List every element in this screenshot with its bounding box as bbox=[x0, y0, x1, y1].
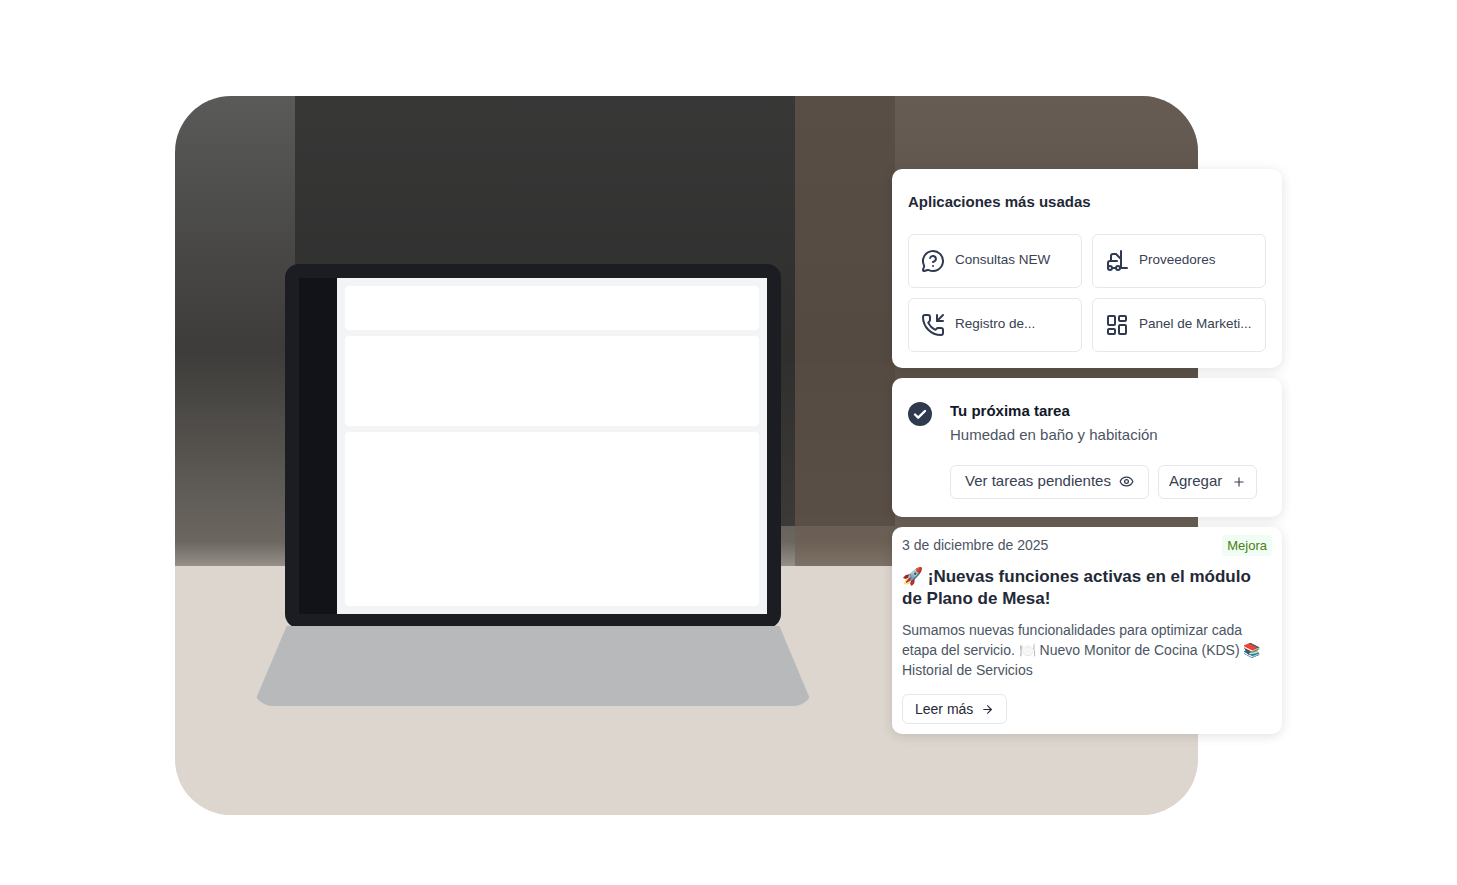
display-card bbox=[345, 286, 759, 330]
news-title: 🚀 ¡Nuevas funciones activas en el módulo… bbox=[902, 566, 1272, 610]
news-date: 3 de diciembre de 2025 bbox=[902, 535, 1048, 556]
view-tasks-button[interactable]: Ver tareas pendientes bbox=[950, 465, 1149, 499]
app-button[interactable]: Proveedores bbox=[1092, 234, 1266, 288]
laptop-base bbox=[253, 626, 813, 706]
check-circle-icon bbox=[908, 402, 932, 426]
task-title: Tu próxima tarea bbox=[950, 400, 1257, 423]
app-icon bbox=[1105, 313, 1129, 337]
task-card: Tu próxima tareaHumedad en baño y habita… bbox=[892, 378, 1282, 517]
app-button[interactable]: Panel de Marketi... bbox=[1092, 298, 1266, 352]
card-column: Aplicaciones más usadas Consultas NEWProv… bbox=[892, 169, 1282, 734]
task-buttons: Ver tareas pendientes Agregar bbox=[950, 465, 1257, 499]
add-button[interactable]: Agregar bbox=[1158, 465, 1257, 499]
app-icon bbox=[921, 313, 945, 337]
news-badge: Mejora bbox=[1222, 535, 1272, 557]
eye-icon bbox=[1119, 474, 1134, 489]
app-icon bbox=[921, 249, 945, 273]
news-header: 3 de diciembre de 2025 Mejora bbox=[902, 535, 1272, 557]
page: Aplicaciones más usadas Consultas NEWProv… bbox=[0, 0, 1457, 885]
read-more-button[interactable]: Leer más bbox=[902, 694, 1007, 724]
news-body: Sumamos nuevas funcionalidades para opti… bbox=[902, 620, 1272, 680]
arrow-right-icon bbox=[981, 703, 994, 716]
laptop-screen bbox=[285, 264, 781, 628]
apps-title: Aplicaciones más usadas bbox=[908, 191, 1266, 214]
app-button[interactable]: Consultas NEW bbox=[908, 234, 1082, 288]
display-card bbox=[345, 336, 759, 426]
apps-card: Aplicaciones más usadas Consultas NEWProv… bbox=[892, 169, 1282, 368]
task-row: Tu próxima tareaHumedad en baño y habita… bbox=[908, 400, 1266, 499]
apps-grid: Consultas NEWProveedoresRegistro de...Pa… bbox=[908, 234, 1266, 352]
plus-icon bbox=[1232, 475, 1246, 489]
app-icon bbox=[1105, 249, 1129, 273]
news-card: 3 de diciembre de 2025 Mejora 🚀 ¡Nuevas fu… bbox=[892, 527, 1282, 735]
app-button[interactable]: Registro de... bbox=[908, 298, 1082, 352]
task-text: Humedad en baño y habitación bbox=[950, 424, 1257, 447]
task-body: Tu próxima tareaHumedad en baño y habita… bbox=[950, 400, 1257, 499]
display-card bbox=[345, 432, 759, 606]
display-content bbox=[337, 278, 767, 614]
display-sidebar bbox=[299, 278, 337, 614]
laptop-display bbox=[299, 278, 767, 614]
